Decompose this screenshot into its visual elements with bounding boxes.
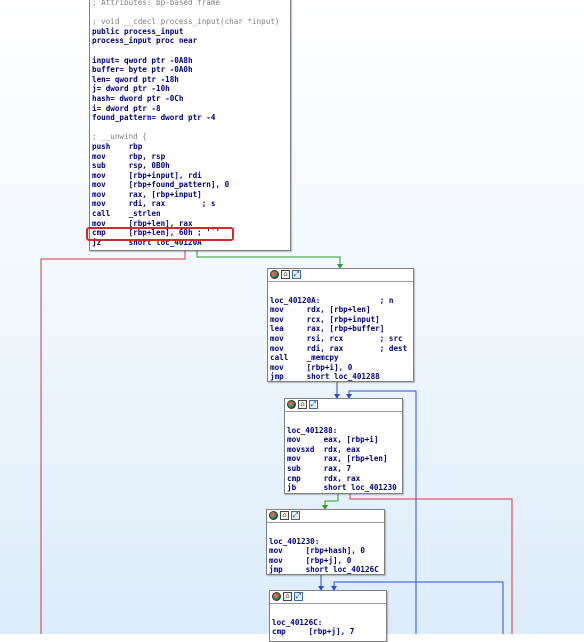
code-line[interactable]: lea rax, [rbp+buffer] xyxy=(270,324,411,334)
code-listing-401230: loc_401230: mov [rbp+hash], 0 mov [rbp+j],… xyxy=(267,523,384,577)
code-line[interactable]: mov rcx, [rbp+input] xyxy=(270,315,411,325)
code-line[interactable] xyxy=(287,416,400,426)
node-header: ⌂ ⤢ xyxy=(270,591,386,604)
code-line[interactable]: len= qword ptr -18h xyxy=(92,75,288,85)
node-header: ⌂ ⤢ xyxy=(268,269,413,282)
code-line[interactable]: mov [rbp+j], 0 xyxy=(269,556,382,566)
block-loc-40120A[interactable]: ⌂ ⤢ loc_40120A: ; n mov rdx, [rbp+len] mov… xyxy=(267,268,414,382)
graph-node-icon[interactable]: ⌂ xyxy=(281,270,290,279)
code-line[interactable] xyxy=(272,608,384,618)
code-listing-401288: loc_401288: mov eax, [rbp+i] movsxd rdx, e… xyxy=(285,412,402,495)
code-line[interactable]: hash= dword ptr -0Ch xyxy=(92,94,288,104)
code-line[interactable]: ; __unwind { xyxy=(92,132,288,142)
main-code-block[interactable]: ; Attributes: bp-based frame ; void __cde… xyxy=(89,0,291,251)
code-line[interactable]: call _memcpy xyxy=(270,353,411,363)
edge-main-to-40120A xyxy=(196,249,341,265)
block-loc-401288[interactable]: ⌂ ⤢ loc_401288: mov eax, [rbp+i] movsxd rd… xyxy=(284,398,403,494)
code-line[interactable]: jmp short loc_401288 xyxy=(270,372,411,382)
node-header: ⌂ ⤢ xyxy=(285,399,402,412)
code-listing-40120A: loc_40120A: ; n mov rdx, [rbp+len] mov rcx… xyxy=(268,282,413,384)
zoom-node-icon[interactable]: ⤢ xyxy=(309,400,318,409)
code-line[interactable]: mov rdx, [rbp+len] xyxy=(270,305,411,315)
code-line[interactable]: mov [rbp+hash], 0 xyxy=(269,546,382,556)
graph-node-icon[interactable]: ⌂ xyxy=(280,511,289,520)
graph-node-icon[interactable]: ⌂ xyxy=(283,592,292,601)
code-line[interactable]: jb short loc_401230 xyxy=(287,483,400,493)
code-line[interactable]: found_pattern= dword ptr -4 xyxy=(92,113,288,123)
code-line[interactable]: mov rsi, rcx ; src xyxy=(270,334,411,344)
code-line[interactable]: mov [rbp+i], 0 xyxy=(270,363,411,373)
zoom-node-icon[interactable]: ⤢ xyxy=(291,511,300,520)
code-line[interactable] xyxy=(92,8,288,18)
code-line[interactable] xyxy=(92,123,288,133)
graph-color-icon[interactable] xyxy=(270,270,279,279)
code-line[interactable]: loc_401288: xyxy=(287,426,400,436)
code-line[interactable]: sub rsp, 0B0h xyxy=(92,161,288,171)
code-line[interactable]: input= qword ptr -0A8h xyxy=(92,56,288,66)
code-line[interactable]: mov rax, [rbp+len] xyxy=(287,454,400,464)
code-line[interactable]: cmp rdx, rax xyxy=(287,474,400,484)
zoom-node-icon[interactable]: ⤢ xyxy=(294,592,303,601)
code-line[interactable]: mov rdi, rax ; s xyxy=(92,199,288,209)
code-line[interactable]: push rbp xyxy=(92,142,288,152)
code-line[interactable]: call _strlen xyxy=(92,209,288,219)
code-line[interactable]: loc_40120A: ; n xyxy=(270,296,411,306)
code-line[interactable]: j= dword ptr -10h xyxy=(92,84,288,94)
code-line[interactable]: loc_40126C: xyxy=(272,618,384,628)
code-line[interactable]: buffer= byte ptr -0A0h xyxy=(92,65,288,75)
graph-color-icon[interactable] xyxy=(287,400,296,409)
block-loc-401230[interactable]: ⌂ ⤢ loc_401230: mov [rbp+hash], 0 mov [rbp… xyxy=(266,509,385,575)
code-line[interactable]: i= dword ptr -8 xyxy=(92,104,288,114)
code-line[interactable]: movsxd rdx, eax xyxy=(287,445,400,455)
code-line[interactable] xyxy=(270,286,411,296)
code-line[interactable] xyxy=(269,527,382,537)
graph-color-icon[interactable] xyxy=(269,511,278,520)
code-line[interactable]: cmp [rbp+j], 7 xyxy=(272,627,384,637)
code-line[interactable]: mov eax, [rbp+i] xyxy=(287,435,400,445)
code-line[interactable]: sub rax, 7 xyxy=(287,464,400,474)
graph-color-icon[interactable] xyxy=(272,592,281,601)
main-code-listing: ; Attributes: bp-based frame ; void __cde… xyxy=(90,0,290,249)
edge-main-false xyxy=(40,249,186,634)
graph-node-icon[interactable]: ⌂ xyxy=(298,400,307,409)
zoom-node-icon[interactable]: ⤢ xyxy=(292,270,301,279)
code-line[interactable]: mov rax, [rbp+input] xyxy=(92,190,288,200)
block-loc-40126C[interactable]: ⌂ ⤢ loc_40126C: cmp [rbp+j], 7 xyxy=(269,590,387,642)
code-line[interactable]: public process_input xyxy=(92,27,288,37)
cmp-instruction-highlight xyxy=(86,227,234,241)
code-line[interactable]: process_input proc near xyxy=(92,36,288,46)
code-line[interactable]: ; Attributes: bp-based frame xyxy=(92,0,288,8)
node-header: ⌂ ⤢ xyxy=(267,510,384,523)
code-line[interactable]: mov [rbp+input], rdi xyxy=(92,171,288,181)
code-line[interactable]: loc_401230: xyxy=(269,537,382,547)
code-line[interactable]: ; void __cdecl process_input(char *input… xyxy=(92,17,288,27)
code-line[interactable]: jmp short loc_40126C xyxy=(269,565,382,575)
code-line[interactable] xyxy=(92,46,288,56)
code-line[interactable]: mov rbp, rsp xyxy=(92,152,288,162)
code-line[interactable]: mov [rbp+found_pattern], 0 xyxy=(92,180,288,190)
code-line[interactable]: mov rdi, rax ; dest xyxy=(270,344,411,354)
